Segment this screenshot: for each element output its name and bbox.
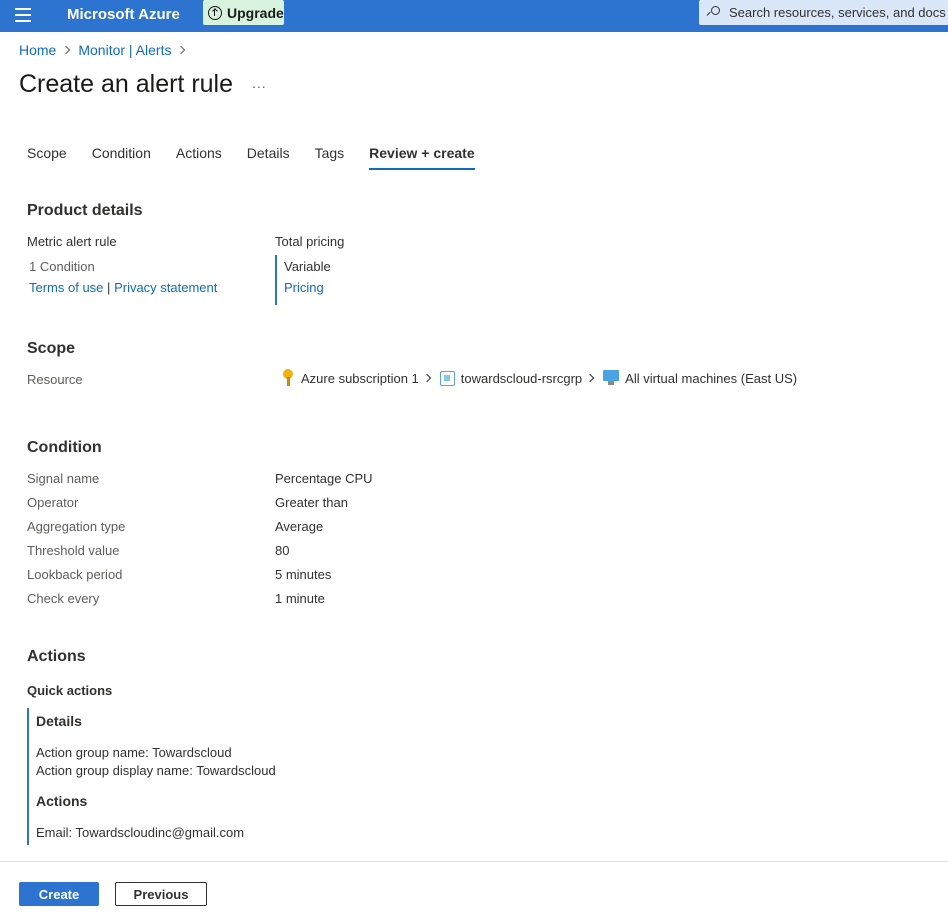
search-icon [706, 6, 720, 19]
threshold-value: 80 [275, 543, 290, 558]
quick-actions-label: Quick actions [27, 683, 113, 698]
resource-label: Resource [27, 372, 83, 387]
virtual-machine-icon [603, 370, 620, 386]
details-subheading: Details [36, 713, 82, 729]
check-every-value: 1 minute [275, 591, 325, 606]
tab-bar: Scope Condition Actions Details Tags Rev… [27, 143, 500, 170]
signal-name-label: Signal name [27, 471, 100, 486]
create-button[interactable]: Create [19, 882, 99, 906]
quick-actions-accent-bar [27, 708, 29, 845]
breadcrumb: Home Monitor | Alerts [19, 41, 193, 59]
actions-subheading: Actions [36, 793, 88, 809]
breadcrumb-home[interactable]: Home [19, 41, 56, 59]
rule-type-label: Metric alert rule [27, 234, 117, 249]
aggregation-type-label: Aggregation type [27, 519, 126, 534]
resource-group-name: towardscloud-rsrcgrp [460, 370, 583, 386]
scope-heading: Scope [27, 340, 76, 357]
action-group-name: Action group name: Towardscloud [36, 745, 232, 760]
brand-title[interactable]: Microsoft Azure [67, 5, 180, 25]
terms-of-use-link[interactable]: Terms of use [29, 280, 103, 295]
total-pricing-label: Total pricing [275, 234, 345, 249]
upgrade-arrow-icon [208, 5, 222, 20]
signal-name-value: Percentage CPU [275, 471, 373, 486]
chevron-right-icon [422, 373, 432, 383]
privacy-statement-link[interactable]: Privacy statement [114, 280, 217, 295]
actions-heading: Actions [27, 648, 86, 665]
breadcrumb-monitor-alerts[interactable]: Monitor | Alerts [78, 41, 171, 59]
operator-label: Operator [27, 495, 79, 510]
link-separator: | [107, 280, 111, 295]
chevron-right-icon [585, 373, 595, 383]
product-details-heading: Product details [27, 202, 143, 219]
hamburger-menu-icon[interactable] [15, 8, 31, 22]
operator-value: Greater than [275, 495, 348, 510]
resource-name: All virtual machines (East US) [625, 370, 798, 386]
email-action: Email: Towardscloudinc@gmail.com [36, 825, 245, 840]
subscription-key-icon [282, 369, 294, 387]
check-every-label: Check every [27, 591, 100, 606]
condition-heading: Condition [27, 439, 102, 456]
resource-path: Azure subscription 1 towardscloud-rsrcgr… [282, 369, 797, 387]
more-options-icon[interactable]: ... [252, 75, 267, 91]
lookback-period-value: 5 minutes [275, 567, 332, 582]
footer-divider [0, 861, 948, 862]
page-title: Create an alert rule [19, 70, 234, 98]
lookback-period-label: Lookback period [27, 567, 123, 582]
threshold-value-label: Threshold value [27, 543, 120, 558]
tab-tags[interactable]: Tags [315, 143, 345, 169]
action-group-display-name: Action group display name: Towardscloud [36, 763, 276, 778]
aggregation-type-value: Average [275, 519, 324, 534]
chevron-right-icon [62, 45, 71, 55]
condition-count: 1 Condition [29, 259, 95, 274]
previous-button[interactable]: Previous [115, 882, 207, 906]
top-bar: Microsoft Azure Upgrade Search resources… [0, 0, 948, 32]
search-input[interactable]: Search resources, services, and docs (G [699, 0, 948, 25]
tab-details[interactable]: Details [247, 143, 290, 169]
search-placeholder: Search resources, services, and docs (G [729, 5, 948, 20]
pricing-link[interactable]: Pricing [284, 280, 324, 296]
resource-group-icon [439, 370, 455, 386]
tab-review-create[interactable]: Review + create [369, 143, 476, 170]
chevron-right-icon [177, 45, 186, 55]
upgrade-button[interactable]: Upgrade [203, 0, 284, 25]
subscription-name: Azure subscription 1 [301, 370, 419, 386]
legal-links: Terms of use | Privacy statement [29, 280, 217, 296]
upgrade-label: Upgrade [227, 4, 284, 21]
tab-scope[interactable]: Scope [27, 143, 67, 169]
tab-actions[interactable]: Actions [176, 143, 222, 169]
pricing-accent-bar [275, 255, 277, 305]
pricing-value: Variable [284, 259, 331, 274]
tab-condition[interactable]: Condition [92, 143, 151, 169]
